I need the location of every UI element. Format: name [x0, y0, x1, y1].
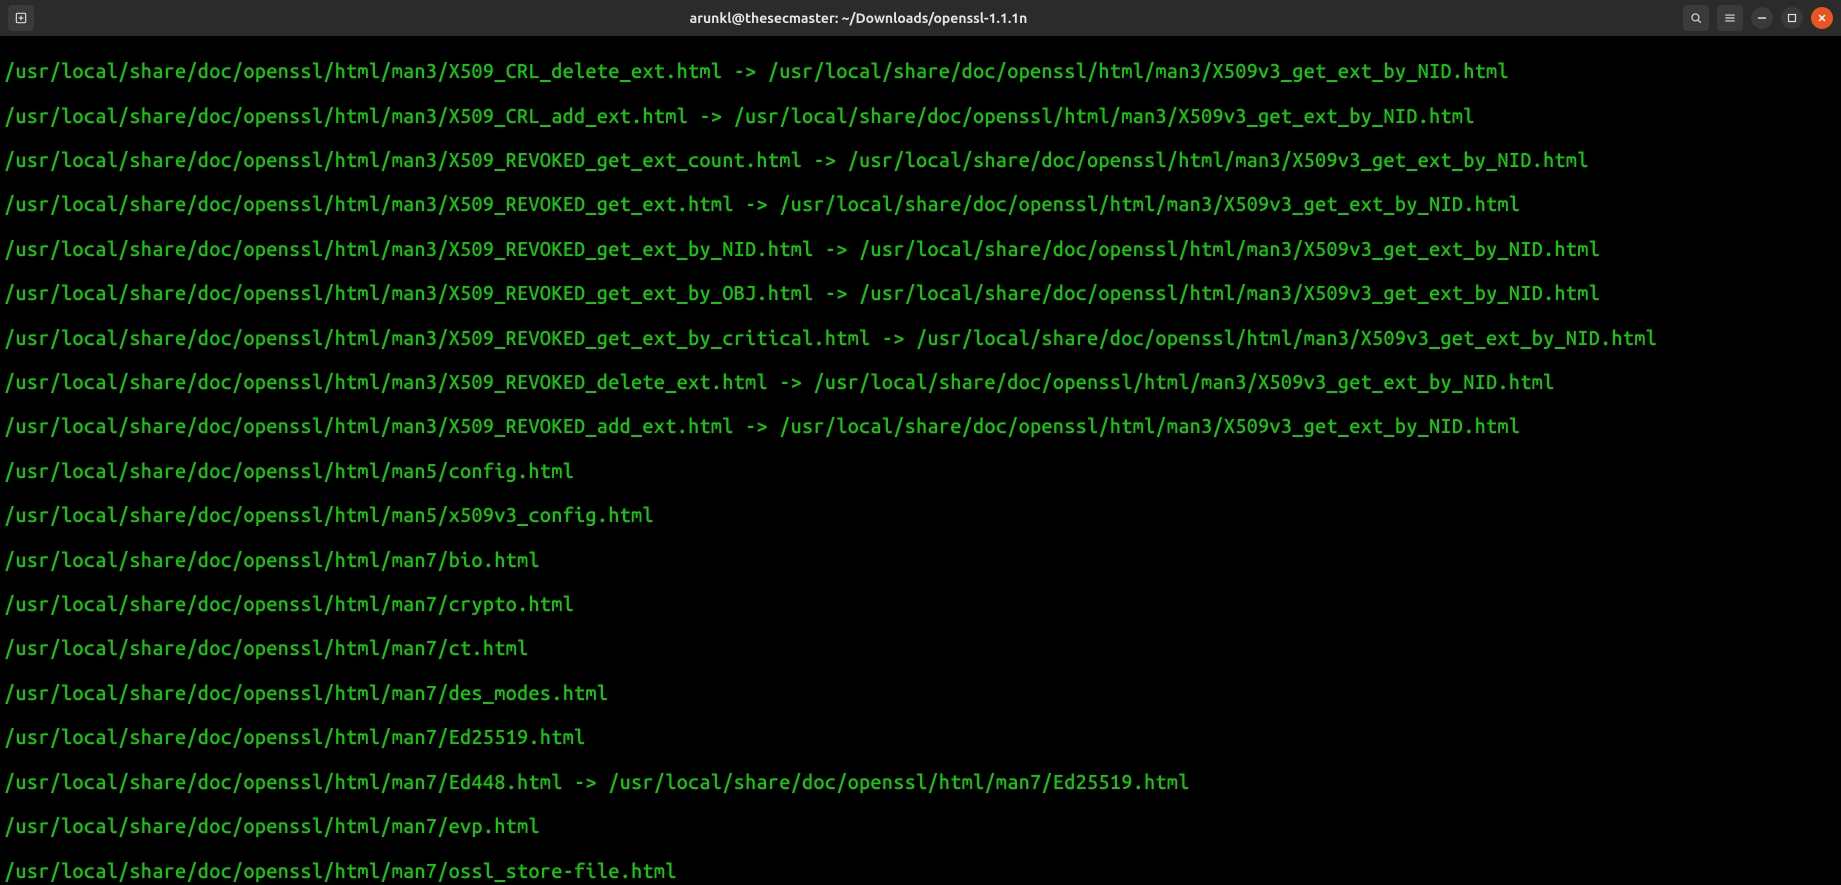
window-title: arunkl@thesecmaster: ~/Downloads/openssl… — [34, 10, 1683, 26]
terminal-line: /usr/local/share/doc/openssl/html/man5/c… — [4, 460, 1837, 482]
hamburger-menu-icon[interactable] — [1717, 5, 1743, 31]
terminal-line: /usr/local/share/doc/openssl/html/man7/d… — [4, 682, 1837, 704]
window-minimize-icon[interactable] — [1751, 7, 1773, 29]
terminal-line: /usr/local/share/doc/openssl/html/man7/o… — [4, 860, 1837, 882]
terminal-line: /usr/local/share/doc/openssl/html/man5/x… — [4, 504, 1837, 526]
terminal-line: /usr/local/share/doc/openssl/html/man3/X… — [4, 60, 1837, 82]
terminal-line: /usr/local/share/doc/openssl/html/man3/X… — [4, 282, 1837, 304]
terminal-line: /usr/local/share/doc/openssl/html/man7/c… — [4, 637, 1837, 659]
terminal-line: /usr/local/share/doc/openssl/html/man7/e… — [4, 815, 1837, 837]
terminal-line: /usr/local/share/doc/openssl/html/man3/X… — [4, 371, 1837, 393]
terminal-line: /usr/local/share/doc/openssl/html/man3/X… — [4, 238, 1837, 260]
terminal-line: /usr/local/share/doc/openssl/html/man7/c… — [4, 593, 1837, 615]
terminal-line: /usr/local/share/doc/openssl/html/man3/X… — [4, 193, 1837, 215]
window-close-icon[interactable] — [1811, 7, 1833, 29]
terminal-line: /usr/local/share/doc/openssl/html/man3/X… — [4, 327, 1837, 349]
search-icon[interactable] — [1683, 5, 1709, 31]
terminal-line: /usr/local/share/doc/openssl/html/man7/b… — [4, 549, 1837, 571]
terminal-output[interactable]: /usr/local/share/doc/openssl/html/man3/X… — [0, 36, 1841, 885]
terminal-line: /usr/local/share/doc/openssl/html/man3/X… — [4, 105, 1837, 127]
window-titlebar: arunkl@thesecmaster: ~/Downloads/openssl… — [0, 0, 1841, 36]
terminal-line: /usr/local/share/doc/openssl/html/man7/E… — [4, 726, 1837, 748]
window-maximize-icon[interactable] — [1781, 7, 1803, 29]
terminal-line: /usr/local/share/doc/openssl/html/man7/E… — [4, 771, 1837, 793]
terminal-line: /usr/local/share/doc/openssl/html/man3/X… — [4, 415, 1837, 437]
new-tab-icon[interactable] — [8, 5, 34, 31]
terminal-line: /usr/local/share/doc/openssl/html/man3/X… — [4, 149, 1837, 171]
